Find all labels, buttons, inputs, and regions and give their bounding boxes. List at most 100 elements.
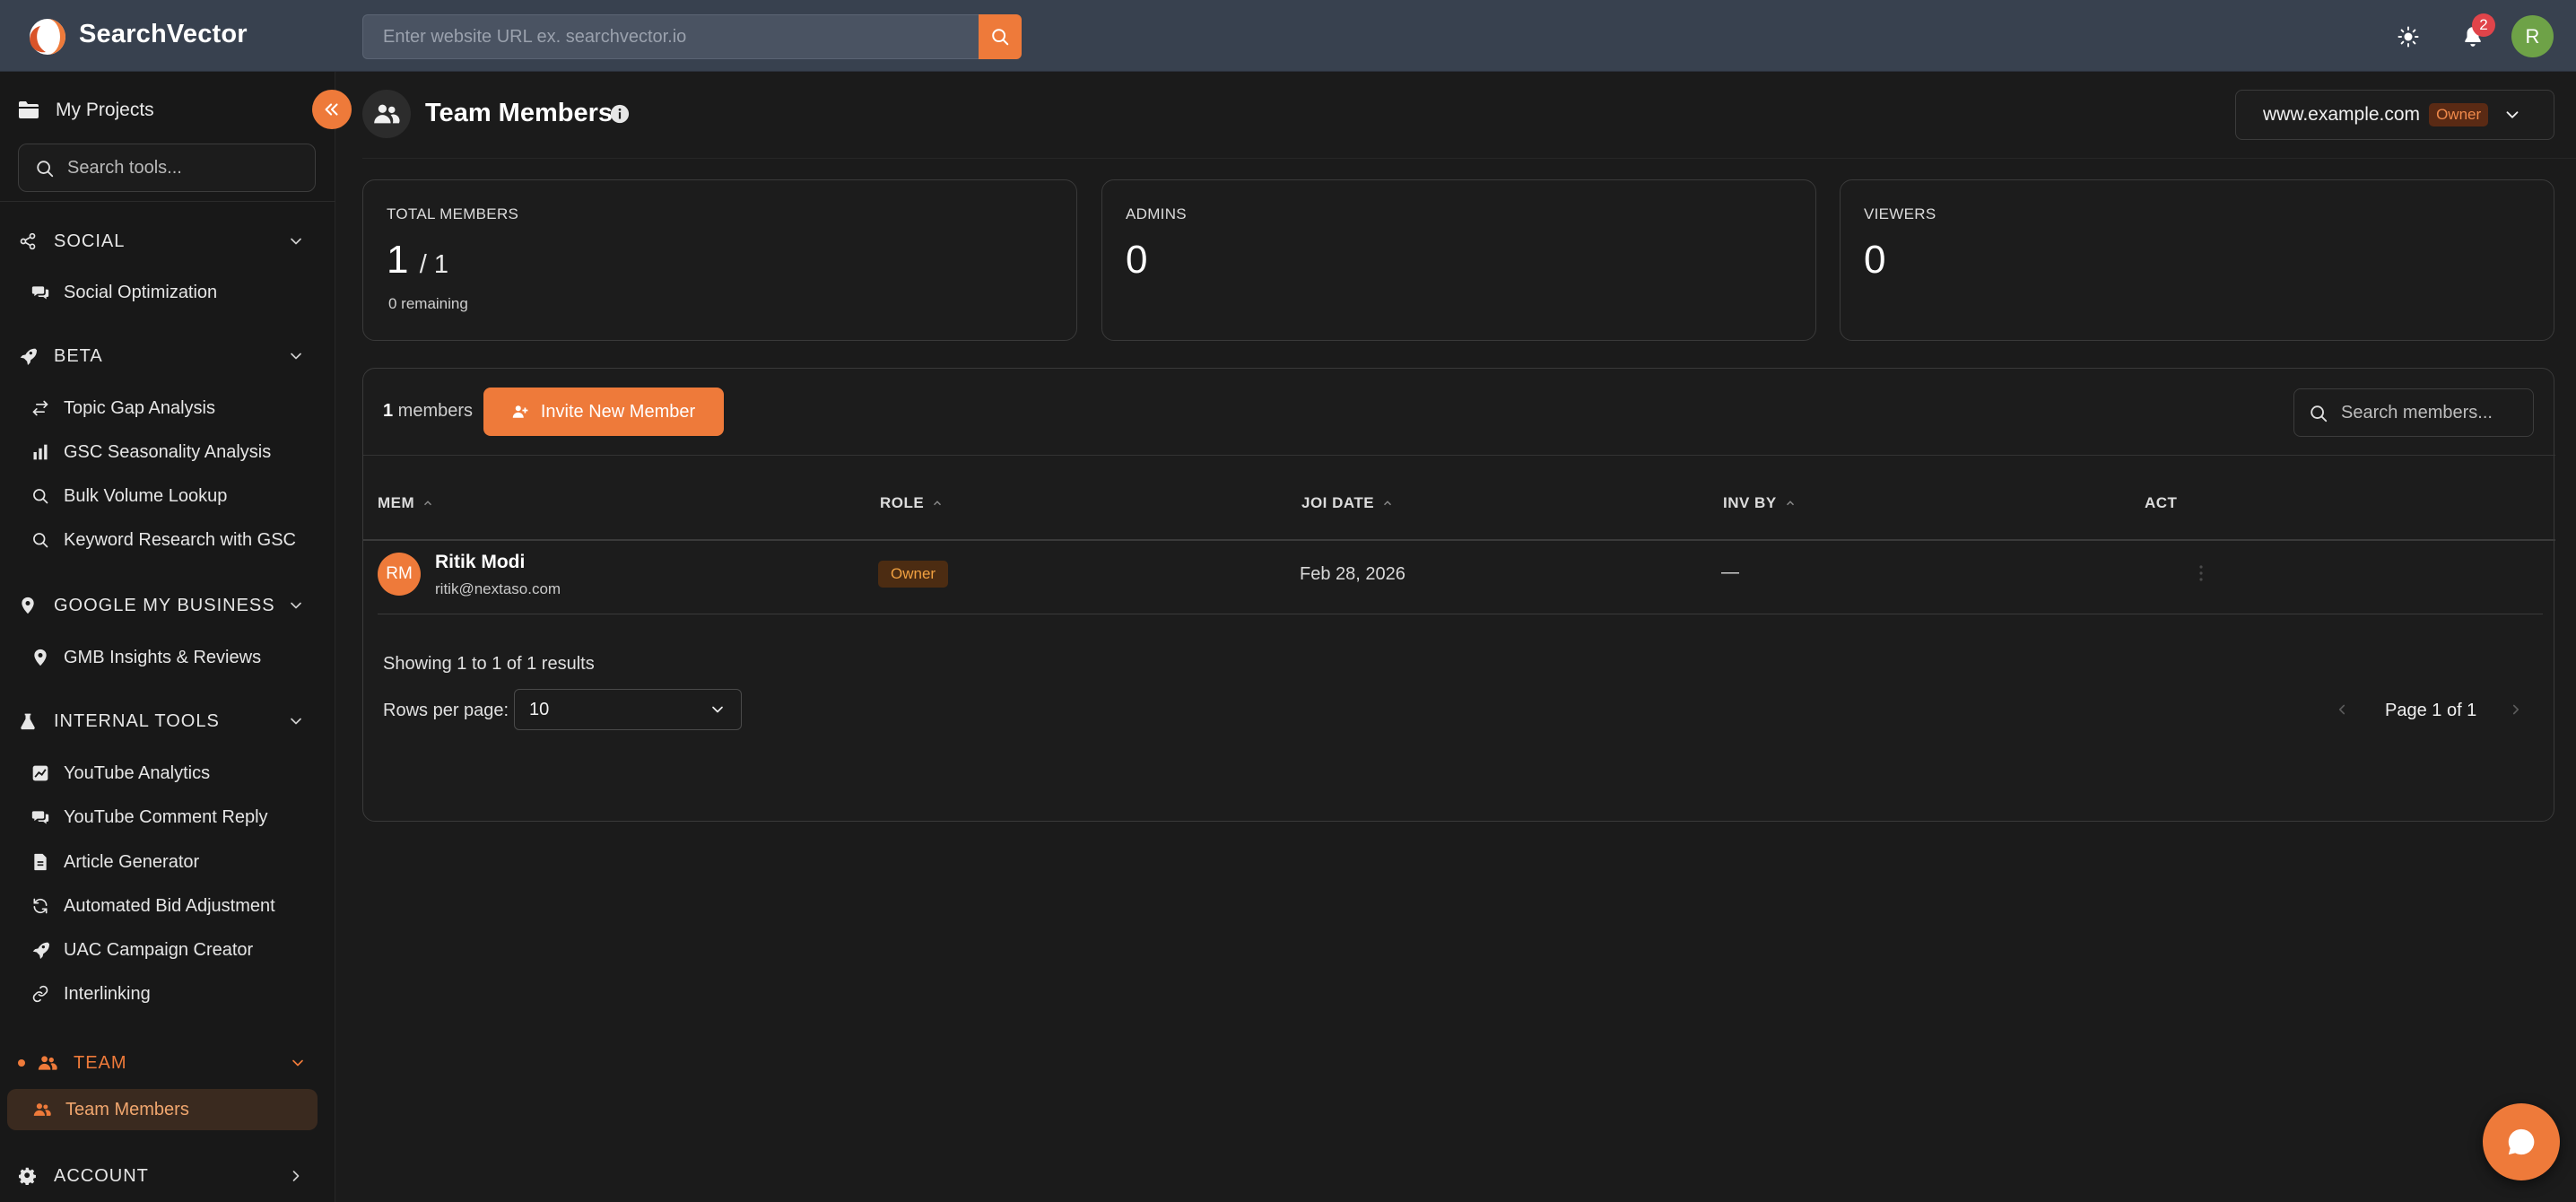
user-avatar[interactable]: R (2511, 15, 2554, 57)
collapse-sidebar-button[interactable] (312, 90, 352, 129)
chevron-down-icon (2506, 111, 2519, 118)
sidebar-item-label: Keyword Research with GSC (64, 529, 296, 550)
gear-icon (18, 1166, 38, 1186)
member-role-badge: Owner (878, 561, 949, 588)
searchvector-logo-icon[interactable] (29, 18, 66, 56)
sort-up-icon (934, 501, 942, 506)
sun-icon (2398, 26, 2419, 48)
sidebar-section-label: TEAM (74, 1052, 127, 1073)
chevron-down-icon (291, 718, 301, 725)
column-header-member[interactable]: MEM (378, 491, 434, 516)
website-url-input[interactable] (362, 14, 979, 59)
website-selector[interactable]: www.example.com Owner (2235, 90, 2554, 140)
column-header-join-date[interactable]: JOI DATE (1301, 491, 1394, 516)
stat-card-viewers: VIEWERS 0 (1840, 179, 2554, 341)
sidebar-section-google-my-business[interactable]: GOOGLE MY BUSINESS (18, 590, 305, 621)
refresh-icon (30, 896, 50, 916)
member-search-input[interactable] (2341, 389, 2529, 436)
sidebar-item-label: Automated Bid Adjustment (64, 895, 275, 916)
sidebar-item-gmb-insights-reviews[interactable]: GMB Insights & Reviews (30, 642, 318, 673)
theme-toggle-button[interactable] (2395, 23, 2422, 50)
role-badge: Owner (2429, 103, 2489, 126)
column-header-invited-by[interactable]: INV BY (1723, 491, 1797, 516)
stat-value: 0 (1126, 238, 1148, 282)
column-header-label: ACT (2145, 494, 2178, 511)
stat-label: VIEWERS (1864, 205, 1936, 222)
sidebar-item-label: YouTube Analytics (64, 762, 211, 783)
sidebar-section-internal-tools[interactable]: INTERNAL TOOLS (18, 706, 305, 736)
map-pin-icon (18, 596, 38, 615)
sidebar-item-interlinking[interactable]: Interlinking (30, 979, 318, 1009)
stat-value: 1 / 1 (387, 238, 448, 283)
chevrons-left-icon (325, 103, 338, 116)
arrows-exchange-icon (30, 398, 50, 418)
stat-label: ADMINS (1126, 205, 1187, 222)
search-icon (2311, 405, 2328, 422)
bar-chart-icon (30, 442, 50, 462)
info-icon[interactable] (610, 104, 630, 124)
my-projects-link[interactable]: My Projects (18, 95, 154, 126)
page-indicator: Page 1 of 1 (2385, 701, 2477, 720)
sidebar-item-bulk-volume-lookup[interactable]: Bulk Volume Lookup (30, 481, 318, 511)
column-header-label: JOI DATE (1301, 494, 1375, 511)
member-avatar: RM (378, 553, 421, 596)
tool-search-box[interactable] (18, 144, 316, 192)
row-actions-button[interactable] (2188, 557, 2215, 589)
sidebar-item-social-optimization[interactable]: Social Optimization (30, 277, 318, 308)
sidebar-item-gsc-seasonality-analysis[interactable]: GSC Seasonality Analysis (30, 437, 318, 467)
member-search-box[interactable] (2293, 388, 2534, 437)
sidebar-item-youtube-analytics[interactable]: YouTube Analytics (30, 758, 318, 788)
sidebar-item-youtube-comment-reply[interactable]: YouTube Comment Reply (30, 802, 318, 832)
chevron-down-icon (291, 238, 301, 245)
sidebar-section-account[interactable]: ACCOUNT (18, 1161, 305, 1191)
rows-per-page-select[interactable]: 10 (514, 689, 742, 730)
stat-card-admins: ADMINS 0 (1101, 179, 1816, 341)
members-count-suffix: members (393, 401, 474, 421)
member-email: ritik@nextaso.com (435, 580, 561, 597)
members-count-number: 1 (383, 401, 394, 421)
rows-per-page-label: Rows per page: (383, 701, 509, 720)
column-header-label: MEM (378, 494, 415, 511)
table-header-divider (363, 539, 2555, 541)
stat-label: TOTAL MEMBERS (387, 205, 519, 222)
sidebar-section-label: INTERNAL TOOLS (54, 710, 220, 731)
rows-per-page-value: 10 (529, 699, 550, 719)
chat-bubbles-icon (30, 807, 50, 827)
sidebar-item-keyword-research-gsc[interactable]: Keyword Research with GSC (30, 525, 318, 555)
column-header-role[interactable]: ROLE (880, 491, 944, 516)
active-section-dot (18, 1059, 25, 1067)
sidebar-section-beta[interactable]: BETA (18, 341, 305, 371)
sidebar-item-label: GMB Insights & Reviews (64, 647, 262, 667)
sidebar-section-social[interactable]: SOCIAL (18, 226, 305, 257)
column-header-label: ROLE (880, 494, 925, 511)
sidebar-section-label: ACCOUNT (54, 1165, 149, 1186)
tool-search-input[interactable] (67, 144, 309, 191)
invite-member-button[interactable]: Invite New Member (483, 388, 724, 436)
sidebar-item-topic-gap-analysis[interactable]: Topic Gap Analysis (30, 393, 318, 423)
invite-button-label: Invite New Member (540, 401, 696, 422)
chat-support-button[interactable] (2483, 1103, 2560, 1180)
sidebar-item-article-generator[interactable]: Article Generator (30, 847, 318, 877)
rocket-icon (30, 940, 50, 960)
sidebar-item-team-members[interactable]: Team Members (7, 1089, 318, 1130)
header-divider (362, 158, 2576, 159)
sidebar-item-label: GSC Seasonality Analysis (64, 441, 272, 462)
next-page-button[interactable] (2503, 697, 2528, 722)
chevron-right-icon (292, 1171, 300, 1181)
sidebar-section-team[interactable]: TEAM (38, 1048, 307, 1078)
sidebar-item-automated-bid-adjustment[interactable]: Automated Bid Adjustment (30, 891, 318, 921)
url-search-button[interactable] (979, 14, 1022, 59)
selected-website: www.example.com (2263, 104, 2421, 125)
previous-page-button[interactable] (2329, 697, 2354, 722)
search-icon (30, 486, 50, 506)
search-icon (37, 161, 54, 178)
sort-up-icon (1384, 501, 1392, 506)
sidebar-item-uac-campaign-creator[interactable]: UAC Campaign Creator (30, 935, 318, 965)
search-icon (992, 29, 1009, 46)
member-name: Ritik Modi (435, 552, 526, 572)
user-plus-icon (512, 405, 528, 418)
brand-name[interactable]: SearchVector (79, 20, 248, 49)
toolbar-divider (363, 455, 2555, 456)
total-members-limit: / 1 (419, 250, 448, 279)
members-count: 1 members (383, 401, 473, 422)
